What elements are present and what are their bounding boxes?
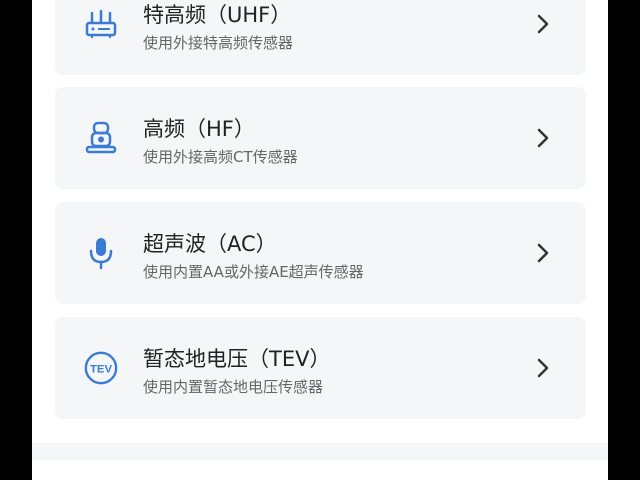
sensor-subtitle: 使用内置暂态地电压传感器 [143, 378, 324, 396]
phone-bezel [0, 0, 10, 120]
sensor-card-hf[interactable]: 高频（HF） 使用外接高频CT传感器 [55, 87, 586, 189]
chevron-right-icon [530, 355, 556, 381]
sensor-title: 超声波（AC） [143, 232, 277, 256]
sensor-card-tev[interactable]: TEV 暂态地电压（TEV） 使用内置暂态地电压传感器 [55, 317, 586, 419]
sensor-card-ac[interactable]: 超声波（AC） 使用内置AA或外接AE超声传感器 [55, 202, 586, 304]
sensor-title: 暂态地电压（TEV） [143, 347, 331, 371]
chevron-right-icon [530, 240, 556, 266]
sensor-subtitle: 使用内置AA或外接AE超声传感器 [143, 263, 364, 281]
bottom-panel [32, 460, 608, 480]
microphone-icon [83, 235, 119, 271]
sensor-card-uhf[interactable]: 特高频（UHF） 使用外接特高频传感器 [55, 0, 586, 75]
sensor-list-panel: 特高频（UHF） 使用外接特高频传感器 高频（HF） 使用外接高频CT传感器 超… [32, 0, 608, 443]
sensor-subtitle: 使用外接特高频传感器 [143, 34, 294, 52]
tev-badge-icon: TEV [83, 350, 119, 386]
router-icon [83, 6, 119, 42]
sensor-subtitle: 使用外接高频CT传感器 [143, 148, 298, 166]
sensor-device-icon [83, 120, 119, 156]
chevron-right-icon [530, 125, 556, 151]
sensor-title: 特高频（UHF） [143, 3, 292, 27]
sensor-title: 高频（HF） [143, 117, 255, 141]
phone-screen: 特高频（UHF） 使用外接特高频传感器 高频（HF） 使用外接高频CT传感器 超… [32, 0, 608, 480]
chevron-right-icon [530, 11, 556, 37]
tev-badge-text: TEV [90, 363, 113, 375]
